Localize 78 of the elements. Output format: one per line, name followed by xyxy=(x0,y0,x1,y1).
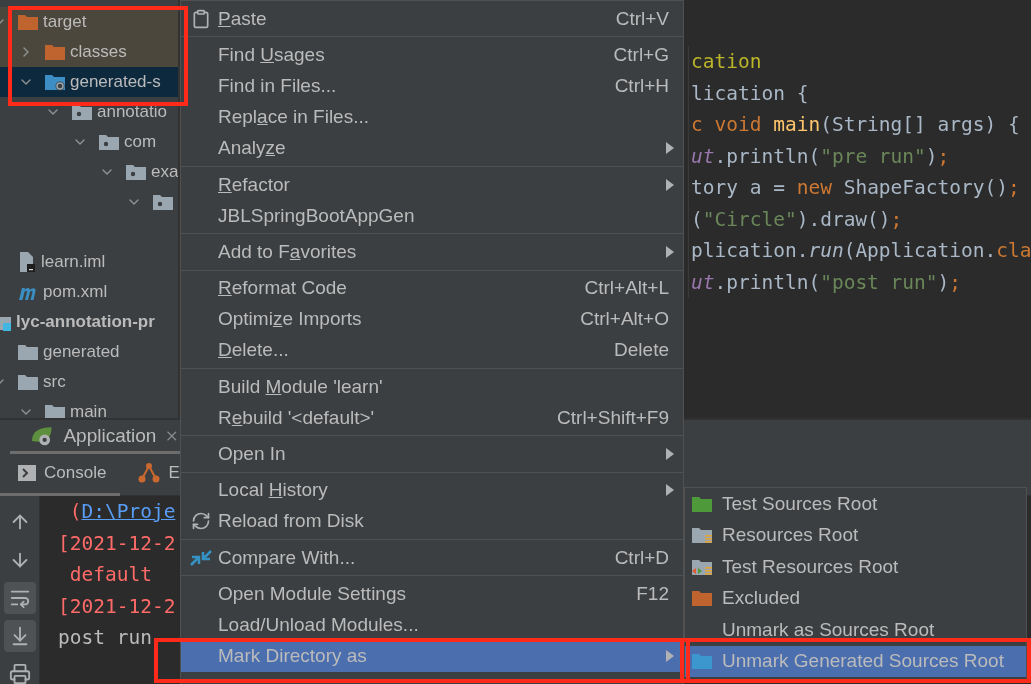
tree-item[interactable]: exa xyxy=(0,157,178,187)
folder-icon xyxy=(691,526,713,545)
menu-item[interactable]: Compare With... Ctrl+D xyxy=(181,542,683,574)
code-line: ut.println("post run"); xyxy=(691,269,963,296)
folder-icon xyxy=(125,163,147,181)
nodes-icon xyxy=(138,462,161,484)
menu-item[interactable]: Rebuild '<default>' Ctrl+Shift+F9 xyxy=(181,402,683,434)
menu-item[interactable]: Load/Unload Modules... xyxy=(181,609,683,641)
menu-item[interactable]: Test Resources Root xyxy=(685,551,1026,583)
tree-item[interactable]: lyc-annotation-pr xyxy=(0,307,178,337)
menu-item[interactable]: Unmark as Sources Root xyxy=(685,614,1026,646)
menu-item[interactable]: JBLSpringBootAppGen xyxy=(181,200,683,232)
code-line: plication.run(Application.cla xyxy=(691,238,1031,264)
menu-item[interactable]: Open In xyxy=(181,438,683,470)
shortcut-text: Ctrl+V xyxy=(615,7,669,30)
shortcut-text: Ctrl+Shift+F9 xyxy=(557,406,669,429)
code-line: ("Circle").draw(); xyxy=(691,206,904,233)
file-icon xyxy=(17,251,37,273)
menu-item[interactable]: Analyze xyxy=(181,132,683,164)
shortcut-text: Delete xyxy=(614,339,669,362)
console-icon xyxy=(18,465,36,481)
clipboard-icon xyxy=(191,8,211,29)
toolbar-button[interactable] xyxy=(3,582,36,614)
code-line: tory a = new ShapeFactory(); xyxy=(691,175,1021,201)
menu-item[interactable]: Find Usages Ctrl+G xyxy=(181,39,683,71)
menu-item[interactable]: Paste Ctrl+V xyxy=(181,3,683,35)
folder-icon xyxy=(691,557,713,576)
folder-icon xyxy=(17,343,39,361)
tree-item[interactable]: learn.iml xyxy=(0,247,178,277)
tree-item[interactable]: classes xyxy=(0,37,178,67)
menu-item[interactable]: Add to Favorites xyxy=(181,236,683,268)
file-link[interactable]: D:\Proje xyxy=(81,500,176,523)
folder-icon xyxy=(152,193,174,211)
shortcut-text: Ctrl+D xyxy=(614,546,669,569)
folder-icon xyxy=(44,73,66,91)
folder-icon xyxy=(98,133,120,151)
shortcut-text: Ctrl+Alt+O xyxy=(580,308,669,331)
console-text: post run xyxy=(58,626,152,649)
menu-item[interactable]: Replace in Files... xyxy=(181,101,683,133)
menu-item[interactable]: Excluded xyxy=(685,582,1026,614)
tree-item[interactable]: annotatio xyxy=(0,97,178,127)
code-line: ut.println("pre run"); xyxy=(691,143,951,170)
console-text: ( xyxy=(68,500,82,523)
menu-item[interactable]: Delete... Delete xyxy=(181,334,683,367)
shortcut-text: Ctrl+Alt+L xyxy=(584,277,669,300)
tree-item[interactable]: generated-s xyxy=(0,67,178,97)
menu-item[interactable]: Test Sources Root xyxy=(685,488,1026,520)
console-text: [2021-12-2 xyxy=(58,594,176,618)
tree-item[interactable]: pom.xml xyxy=(0,277,178,307)
tree-item[interactable]: com xyxy=(0,127,178,157)
reload-icon xyxy=(191,511,211,532)
menu-item[interactable]: Reload from Disk xyxy=(181,505,683,537)
menu-item[interactable]: Open Module Settings F12 xyxy=(181,578,683,610)
folder-icon xyxy=(691,652,713,671)
printer-icon xyxy=(8,663,31,684)
menu-item[interactable]: Refactor xyxy=(181,168,683,201)
console-text: [2021-12-2 xyxy=(58,531,176,555)
tree-item[interactable]: main xyxy=(0,397,178,418)
shortcut-text: Ctrl+H xyxy=(614,74,669,97)
folder-icon xyxy=(17,13,39,31)
folder-icon xyxy=(44,43,66,61)
menu-item[interactable]: Resources Root xyxy=(685,519,1026,551)
menu-item[interactable]: Build Module 'learn' xyxy=(181,371,683,403)
menu-item[interactable]: Optimize Imports Ctrl+Alt+O xyxy=(181,303,683,335)
menu-item[interactable]: Reformat Code Ctrl+Alt+L xyxy=(181,272,683,304)
folder-icon xyxy=(691,494,713,513)
code-line: lication { xyxy=(691,80,810,107)
folder-icon xyxy=(691,589,713,608)
shortcut-text: F12 xyxy=(636,582,669,605)
tree-item[interactable]: generated xyxy=(0,337,178,367)
folder-icon xyxy=(17,373,39,391)
code-line: c void main(String[] args) { xyxy=(691,112,1021,138)
toolbar-button[interactable] xyxy=(3,620,36,652)
tree-item[interactable]: src xyxy=(0,367,178,397)
menu-item[interactable]: Find in Files... Ctrl+H xyxy=(181,70,683,102)
console-text: default xyxy=(68,563,152,586)
code-line: cation xyxy=(691,49,763,75)
shortcut-text: Ctrl+G xyxy=(613,43,669,66)
